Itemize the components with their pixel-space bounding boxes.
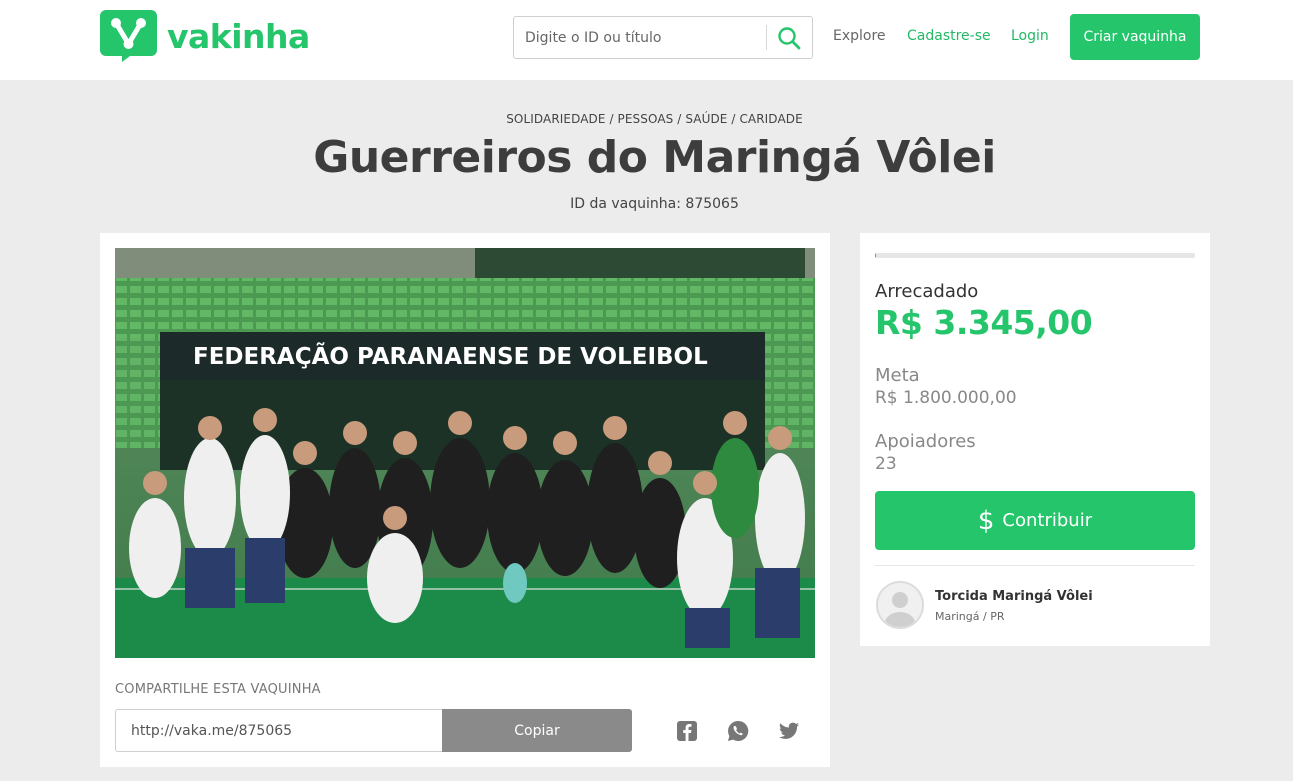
page-title: Guerreiros do Maringá Vôlei	[313, 132, 996, 183]
photo-banner-text: FEDERAÇÃO PARANAENSE DE VOLEIBOL	[193, 342, 708, 370]
search-icon	[778, 27, 801, 50]
supporters-value: 23	[875, 454, 897, 474]
nav-login[interactable]: Login	[1011, 28, 1049, 44]
contribute-label: Contribuir	[1002, 510, 1093, 531]
divider	[875, 565, 1195, 566]
whatsapp-icon[interactable]	[727, 720, 749, 742]
dollar-icon: $	[977, 505, 995, 536]
nav-explore[interactable]: Explore	[833, 28, 886, 44]
goal-label: Meta	[875, 365, 920, 386]
search-box	[513, 16, 813, 59]
donation-summary-card: Arrecadado R$ 3.345,00 Meta R$ 1.800.000…	[860, 233, 1210, 646]
search-input[interactable]	[514, 17, 766, 58]
raised-value: R$ 3.345,00	[875, 303, 1093, 342]
contribute-button[interactable]: $ Contribuir	[875, 491, 1195, 550]
twitter-icon[interactable]	[778, 720, 800, 742]
logo[interactable]: vakinha	[100, 10, 310, 62]
owner-location: Maringá / PR	[935, 610, 1005, 623]
logo-icon	[100, 10, 157, 62]
team-celebration-image: FEDERAÇÃO PARANAENSE DE VOLEIBOL	[115, 248, 815, 658]
breadcrumb[interactable]: SOLIDARIEDADE / PESSOAS / SAÚDE / CARIDA…	[0, 112, 1293, 126]
create-vaquinha-button[interactable]: Criar vaquinha	[1070, 14, 1200, 60]
nav-signup[interactable]: Cadastre-se	[907, 28, 991, 44]
owner-name[interactable]: Torcida Maringá Vôlei	[935, 589, 1093, 604]
search-divider	[766, 25, 767, 50]
supporters-label: Apoiadores	[875, 431, 976, 452]
avatar[interactable]	[876, 581, 924, 629]
goal-value: R$ 1.800.000,00	[875, 388, 1017, 408]
campaign-id: ID da vaquinha: 875065	[570, 196, 739, 212]
progress-fill	[875, 253, 876, 258]
progress-bar	[875, 253, 1195, 258]
campaign-photo: FEDERAÇÃO PARANAENSE DE VOLEIBOL	[115, 248, 815, 658]
user-placeholder-icon	[878, 583, 922, 627]
logo-text: vakinha	[167, 16, 310, 56]
raised-label: Arrecadado	[875, 281, 979, 302]
search-button[interactable]	[774, 23, 804, 53]
share-label: COMPARTILHE ESTA VAQUINHA	[115, 682, 321, 697]
copy-button[interactable]: Copiar	[442, 709, 632, 752]
facebook-icon[interactable]	[676, 720, 698, 742]
site-header: vakinha Explore Cadastre-se Login Criar …	[0, 0, 1293, 80]
campaign-media-card: FEDERAÇÃO PARANAENSE DE VOLEIBOL COMPART…	[100, 233, 830, 767]
share-url-field[interactable]	[115, 709, 443, 752]
